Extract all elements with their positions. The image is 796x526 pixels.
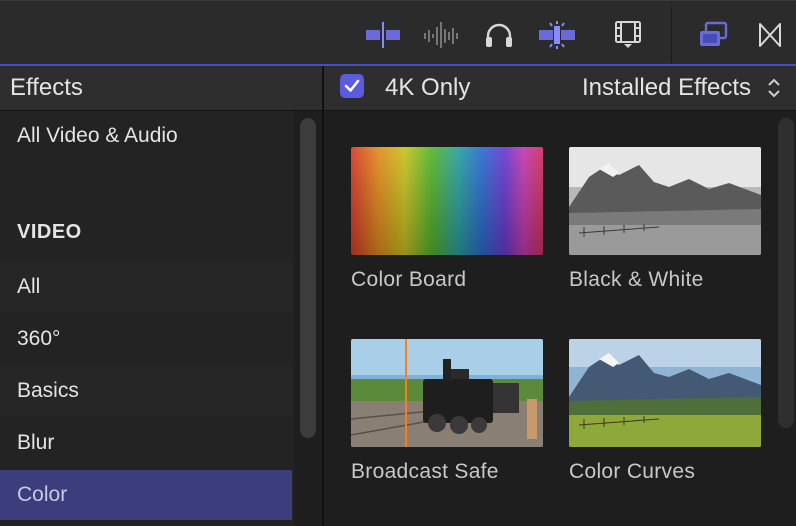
- color-board-thumbnail[interactable]: [351, 147, 543, 255]
- effects-category-list: All Video & Audio VIDEO All 360° Basics …: [0, 111, 294, 526]
- headphones-icon[interactable]: [479, 17, 519, 53]
- transitions-bowtie-icon[interactable]: [750, 17, 790, 53]
- effects-grid-scrollbar[interactable]: [778, 118, 794, 428]
- category-360[interactable]: 360°: [0, 314, 292, 364]
- chevron-up-down-icon[interactable]: [766, 76, 782, 100]
- effect-label-color-curves[interactable]: Color Curves: [569, 460, 695, 484]
- window-layout-icon[interactable]: [693, 17, 733, 53]
- effect-label-broadcast-safe[interactable]: Broadcast Safe: [351, 460, 499, 484]
- color-curves-thumbnail[interactable]: [569, 339, 761, 447]
- snapping-icon[interactable]: [537, 17, 577, 53]
- category-header-video: VIDEO: [17, 221, 82, 243]
- sidebar-scrollbar[interactable]: [300, 118, 316, 438]
- 4k-only-checkbox[interactable]: [340, 74, 364, 98]
- inspector-filmstrip-icon[interactable]: [608, 17, 648, 53]
- installed-effects-popup[interactable]: Installed Effects: [582, 74, 751, 102]
- 4k-only-label[interactable]: 4K Only: [385, 74, 470, 102]
- category-all-video-audio[interactable]: All Video & Audio: [0, 111, 292, 161]
- effects-panel-title: Effects: [10, 74, 83, 101]
- toolbar-separator: [671, 7, 672, 63]
- category-all[interactable]: All: [0, 262, 292, 312]
- audio-skimming-icon[interactable]: [421, 17, 461, 53]
- effect-label-color-board[interactable]: Color Board: [351, 268, 466, 292]
- black-white-thumbnail[interactable]: [569, 147, 761, 255]
- category-basics[interactable]: Basics: [0, 366, 292, 416]
- toolbar: [0, 0, 796, 65]
- split-edit-icon[interactable]: [363, 17, 403, 53]
- effect-label-black-white[interactable]: Black & White: [569, 268, 704, 292]
- category-blur[interactable]: Blur: [0, 418, 292, 468]
- effects-panel-header: Effects: [0, 66, 322, 111]
- category-color[interactable]: Color: [0, 470, 292, 520]
- browser-header: 4K Only Installed Effects: [324, 66, 796, 111]
- broadcast-safe-thumbnail[interactable]: [351, 339, 543, 447]
- checkmark-icon: [344, 79, 360, 92]
